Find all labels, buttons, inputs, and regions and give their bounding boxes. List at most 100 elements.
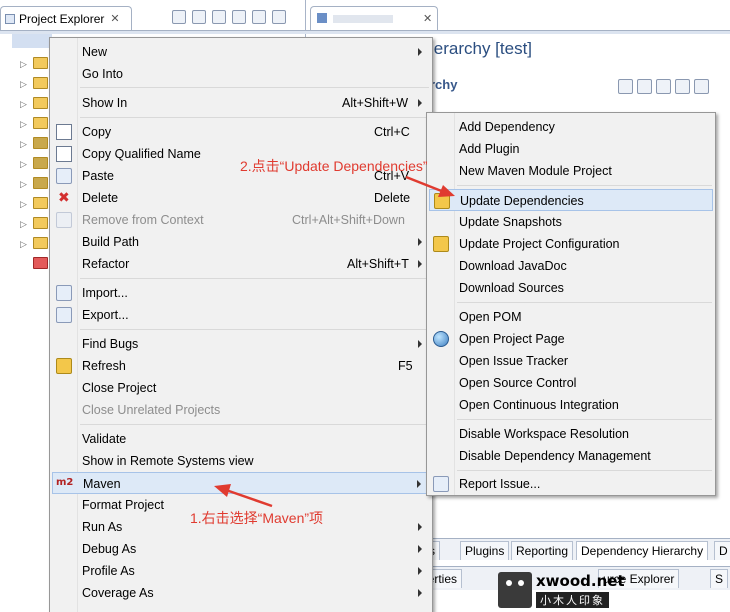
expand-icon[interactable]: ▷ [20, 59, 27, 70]
tree-item[interactable]: ▷ [0, 234, 50, 254]
menu-item-import[interactable]: Import... [52, 282, 430, 304]
pom-editor-tab[interactable]: ✕ [310, 6, 438, 30]
import-icon [56, 285, 72, 301]
menu-item-remove-from-context: Remove from Context Ctrl+Alt+Shift+Down [52, 209, 430, 231]
tab-other[interactable]: S [710, 569, 729, 588]
section-toolbar [618, 79, 709, 94]
tree-item[interactable] [0, 254, 50, 274]
menu-item-open-pom[interactable]: Open POM [429, 306, 713, 328]
copy-qualified-name-icon [56, 146, 72, 162]
tree-item[interactable]: ▷ [0, 194, 50, 214]
menu-item-validate[interactable]: Validate [52, 428, 430, 450]
expand-icon[interactable]: ▷ [20, 159, 27, 170]
menu-item-report-issue[interactable]: Report Issue... [429, 473, 713, 495]
menu-item-shortcut: F5 [398, 359, 413, 373]
tree-item[interactable]: ▷ [0, 74, 50, 94]
watermark-subtitle: 小木人印象 [536, 592, 609, 608]
tree-item[interactable]: ▷ [0, 174, 50, 194]
minimize-icon[interactable] [252, 10, 266, 24]
menu-item-delete[interactable]: ✖ Delete Delete [52, 187, 430, 209]
toggle-icon[interactable] [694, 79, 709, 94]
menu-item-update-dependencies[interactable]: Update Dependencies [429, 189, 713, 211]
tab-plugins[interactable]: Plugins [460, 541, 510, 560]
tree-item[interactable]: ▷ [0, 214, 50, 234]
project-explorer-tab[interactable]: Project Explorer ✕ [0, 6, 132, 30]
menu-item-disable-workspace-resolution[interactable]: Disable Workspace Resolution [429, 423, 713, 445]
menu-item-open-project-page[interactable]: Open Project Page [429, 328, 713, 350]
menu-item-add-plugin[interactable]: Add Plugin [429, 138, 713, 160]
sort-icon[interactable] [656, 79, 671, 94]
menu-item-disable-dependency-management[interactable]: Disable Dependency Management [429, 445, 713, 467]
menu-item-update-project-configuration[interactable]: Update Project Configuration [429, 233, 713, 255]
menu-item-shortcut: Alt+Shift+T [347, 257, 409, 271]
menu-item-refresh[interactable]: Refresh F5 [52, 355, 430, 377]
menu-item-profile-as[interactable]: Profile As [52, 560, 430, 582]
section-title: rchy [430, 77, 458, 92]
expand-icon[interactable]: ▷ [20, 99, 27, 110]
menu-item-download-sources[interactable]: Download Sources [429, 277, 713, 299]
tree-item[interactable]: ▷ [0, 54, 50, 74]
menu-item-label: Show In [82, 96, 128, 110]
tree-item[interactable]: ▷ [0, 134, 50, 154]
expand-icon[interactable]: ▷ [20, 239, 27, 250]
selected-project[interactable] [12, 34, 52, 48]
menu-item-find-bugs[interactable]: Find Bugs [52, 333, 430, 355]
collapse-all-icon[interactable] [618, 79, 633, 94]
menu-item-label: Add Dependency [459, 120, 555, 134]
link-with-editor-icon[interactable] [192, 10, 206, 24]
menu-item-show-in[interactable]: Show In Alt+Shift+W [52, 92, 430, 114]
tree-item[interactable]: ▷ [0, 154, 50, 174]
menu-item-export[interactable]: Export... [52, 304, 430, 326]
expand-all-icon[interactable] [637, 79, 652, 94]
package-folder-icon [33, 97, 48, 109]
menu-item-show-in-remote-systems[interactable]: Show in Remote Systems view [52, 450, 430, 472]
annotation-step-1: 1.右击选择“Maven”项 [190, 510, 324, 526]
tree-item[interactable]: ▷ [0, 94, 50, 114]
report-issue-icon [433, 476, 449, 492]
menu-item-refactor[interactable]: Refactor Alt+Shift+T [52, 253, 430, 275]
submenu-arrow-icon [418, 48, 422, 56]
menu-item-update-snapshots[interactable]: Update Snapshots [429, 211, 713, 233]
menu-item-add-dependency[interactable]: Add Dependency [429, 116, 713, 138]
tab-effective-pom[interactable]: D [714, 541, 730, 560]
expand-icon[interactable]: ▷ [20, 199, 27, 210]
show-groups-icon[interactable] [675, 79, 690, 94]
menu-item-new-maven-module-project[interactable]: New Maven Module Project [429, 160, 713, 182]
menu-item-go-into[interactable]: Go Into [52, 63, 430, 85]
expand-icon[interactable]: ▷ [20, 219, 27, 230]
tab-reporting[interactable]: Reporting [511, 541, 574, 560]
delete-icon: ✖ [58, 189, 70, 205]
filter-icon[interactable] [212, 10, 226, 24]
menu-item-close-project[interactable]: Close Project [52, 377, 430, 399]
menu-item-open-source-control[interactable]: Open Source Control [429, 372, 713, 394]
close-icon[interactable]: ✕ [423, 12, 432, 25]
collapse-all-icon[interactable] [172, 10, 186, 24]
expand-icon[interactable]: ▷ [20, 139, 27, 150]
tree-item[interactable]: ▷ [0, 114, 50, 134]
tab-dependency-hierarchy[interactable]: Dependency Hierarchy [576, 541, 709, 560]
menu-item-download-javadoc[interactable]: Download JavaDoc [429, 255, 713, 277]
expand-icon[interactable]: ▷ [20, 79, 27, 90]
view-menu-icon[interactable] [232, 10, 246, 24]
expand-icon[interactable]: ▷ [20, 119, 27, 130]
close-icon[interactable]: ✕ [110, 12, 119, 25]
maximize-icon[interactable] [272, 10, 286, 24]
menu-item-debug-as[interactable]: Debug As [52, 538, 430, 560]
menu-item-label: Profile As [82, 564, 135, 578]
menu-item-label: Add Plugin [459, 142, 520, 156]
menu-item-label: Open POM [459, 310, 522, 324]
menu-item-open-continuous-integration[interactable]: Open Continuous Integration [429, 394, 713, 416]
folder-icon [33, 217, 48, 229]
menu-item-maven[interactable]: m2 Maven [52, 472, 430, 494]
menu-item-label: Disable Workspace Resolution [459, 427, 629, 441]
menu-item-copy[interactable]: Copy Ctrl+C [52, 121, 430, 143]
folder-icon [33, 197, 48, 209]
menu-separator [80, 424, 429, 425]
menu-item-new[interactable]: New [52, 41, 430, 63]
menu-item-build-path[interactable]: Build Path [52, 231, 430, 253]
menu-item-label: Find Bugs [82, 337, 139, 351]
menu-item-coverage-as[interactable]: Coverage As [52, 582, 430, 604]
expand-icon[interactable]: ▷ [20, 179, 27, 190]
menu-item-label: Update Snapshots [459, 215, 562, 229]
menu-item-open-issue-tracker[interactable]: Open Issue Tracker [429, 350, 713, 372]
